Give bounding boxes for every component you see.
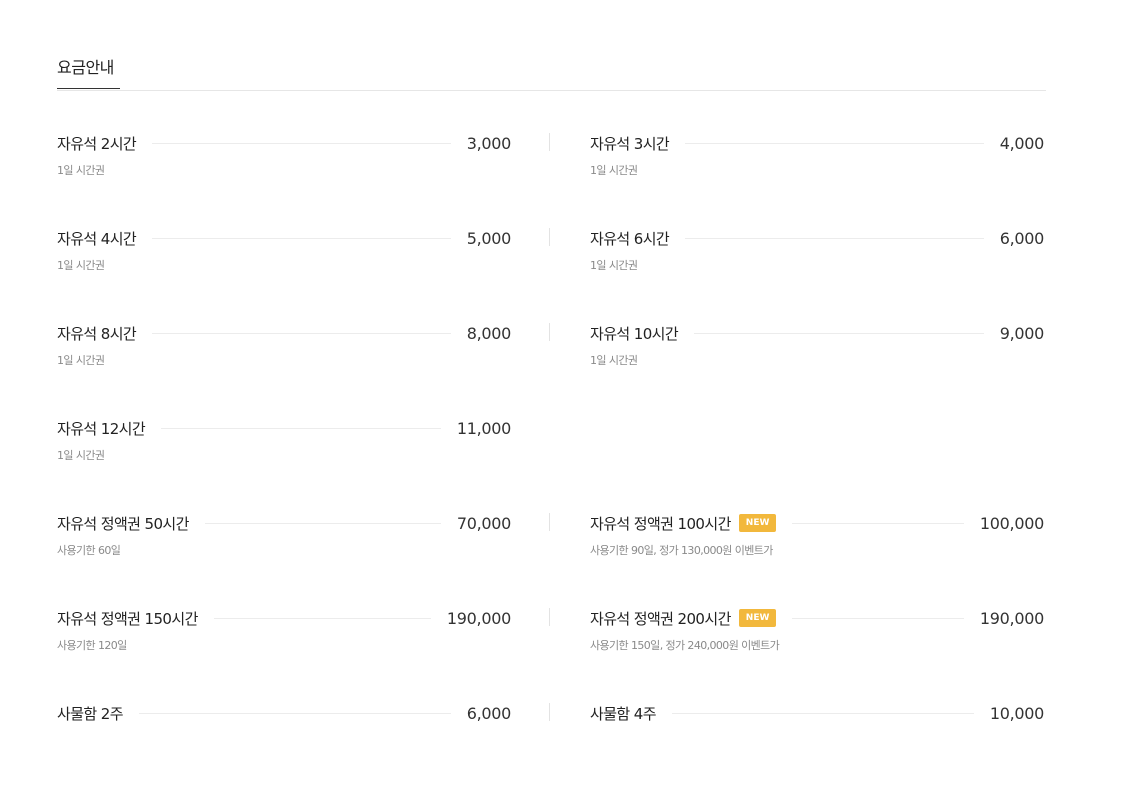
price-item-header: 자유석 정액권 50시간 70,000 bbox=[57, 510, 511, 536]
item-description: 1일 시간권 bbox=[57, 259, 105, 272]
price-item: 자유석 12시간 11,000 1일 시간권 bbox=[57, 415, 511, 475]
item-name: 자유석 3시간 bbox=[590, 134, 670, 153]
item-price: 9,000 bbox=[999, 323, 1045, 343]
price-item: 자유석 8시간 8,000 1일 시간권 bbox=[57, 320, 511, 380]
section-tab-bar: 요금안내 bbox=[57, 56, 1046, 91]
new-badge: NEW bbox=[738, 609, 777, 627]
price-row: 사물함 2주 6,000 사물함 4주 10,000 bbox=[57, 700, 1046, 787]
leader-line bbox=[685, 237, 984, 239]
price-item: 자유석 4시간 5,000 1일 시간권 bbox=[57, 225, 511, 285]
price-item-header: 자유석 정액권 100시간 NEW 100,000 bbox=[590, 510, 1044, 536]
price-row: 자유석 정액권 150시간 190,000 사용기한 120일 자유석 정액권 200… bbox=[57, 605, 1046, 700]
item-price: 10,000 bbox=[989, 703, 1044, 723]
section-title-tab[interactable]: 요금안내 bbox=[57, 56, 120, 89]
price-item: 자유석 3시간 4,000 1일 시간권 bbox=[590, 130, 1044, 190]
column-divider bbox=[549, 228, 550, 246]
leader-line bbox=[152, 142, 451, 144]
item-price: 5,000 bbox=[466, 228, 512, 248]
price-item-header: 사물함 4주 10,000 bbox=[590, 700, 1044, 726]
leader-line bbox=[685, 142, 984, 144]
item-description: 1일 시간권 bbox=[57, 449, 105, 462]
leader-line bbox=[694, 332, 984, 334]
item-description: 사용기한 90일, 정가 130,000원 이벤트가 bbox=[590, 544, 773, 557]
item-name: 사물함 4주 bbox=[590, 704, 657, 723]
item-description: 사용기한 60일 bbox=[57, 544, 121, 557]
item-price: 3,000 bbox=[466, 133, 512, 153]
price-item: 사물함 4주 10,000 bbox=[590, 700, 1044, 760]
item-name: 자유석 정액권 50시간 bbox=[57, 514, 189, 533]
price-item: 사물함 2주 6,000 bbox=[57, 700, 511, 760]
price-item: 자유석 정액권 150시간 190,000 사용기한 120일 bbox=[57, 605, 511, 665]
item-name: 자유석 8시간 bbox=[57, 324, 137, 343]
item-price: 100,000 bbox=[979, 513, 1044, 533]
item-description: 1일 시간권 bbox=[57, 164, 105, 177]
item-name: 자유석 10시간 bbox=[590, 324, 679, 343]
item-name: 사물함 2주 bbox=[57, 704, 124, 723]
column-divider bbox=[549, 323, 550, 341]
item-name: 자유석 정액권 200시간 bbox=[590, 609, 731, 628]
price-item: 자유석 정액권 100시간 NEW 100,000 사용기한 90일, 정가 130,… bbox=[590, 510, 1044, 570]
price-row: 자유석 정액권 50시간 70,000 사용기한 60일 자유석 정액권 100시간 N… bbox=[57, 510, 1046, 605]
price-item-header: 자유석 3시간 4,000 bbox=[590, 130, 1044, 156]
item-price: 11,000 bbox=[456, 418, 511, 438]
item-price: 8,000 bbox=[466, 323, 512, 343]
item-description: 1일 시간권 bbox=[590, 259, 638, 272]
leader-line bbox=[792, 617, 964, 619]
column-divider bbox=[549, 703, 550, 721]
leader-line bbox=[792, 522, 964, 524]
price-item: 자유석 10시간 9,000 1일 시간권 bbox=[590, 320, 1044, 380]
item-price: 190,000 bbox=[446, 608, 511, 628]
item-name: 자유석 4시간 bbox=[57, 229, 137, 248]
item-price: 6,000 bbox=[999, 228, 1045, 248]
item-description: 사용기한 120일 bbox=[57, 639, 127, 652]
item-name: 자유석 12시간 bbox=[57, 419, 146, 438]
price-item-header: 사물함 2주 6,000 bbox=[57, 700, 511, 726]
column-divider bbox=[549, 608, 550, 626]
leader-line bbox=[161, 427, 441, 429]
leader-line bbox=[152, 332, 451, 334]
price-item-header: 자유석 4시간 5,000 bbox=[57, 225, 511, 251]
item-name: 자유석 2시간 bbox=[57, 134, 137, 153]
new-badge: NEW bbox=[738, 514, 777, 532]
column-divider bbox=[549, 133, 550, 151]
price-row: 자유석 4시간 5,000 1일 시간권 자유석 6시간 6,000 1일 시간권 bbox=[57, 225, 1046, 320]
item-price: 70,000 bbox=[456, 513, 511, 533]
price-item-header: 자유석 정액권 200시간 NEW 190,000 bbox=[590, 605, 1044, 631]
item-name: 자유석 정액권 100시간 bbox=[590, 514, 731, 533]
column-divider bbox=[549, 513, 550, 531]
price-item-header: 자유석 10시간 9,000 bbox=[590, 320, 1044, 346]
price-item-header: 자유석 정액권 150시간 190,000 bbox=[57, 605, 511, 631]
price-list: 자유석 2시간 3,000 1일 시간권 자유석 3시간 4,000 1일 시간권 자유석 … bbox=[57, 130, 1046, 787]
item-description: 1일 시간권 bbox=[590, 164, 638, 177]
price-row: 자유석 2시간 3,000 1일 시간권 자유석 3시간 4,000 1일 시간권 bbox=[57, 130, 1046, 225]
item-price: 4,000 bbox=[999, 133, 1045, 153]
item-description: 1일 시간권 bbox=[590, 354, 638, 367]
leader-line bbox=[213, 617, 431, 619]
item-description: 사용기한 150일, 정가 240,000원 이벤트가 bbox=[590, 639, 780, 652]
price-item-header: 자유석 6시간 6,000 bbox=[590, 225, 1044, 251]
leader-line bbox=[671, 712, 974, 714]
item-name: 자유석 6시간 bbox=[590, 229, 670, 248]
price-row: 자유석 12시간 11,000 1일 시간권 bbox=[57, 415, 1046, 510]
item-price: 6,000 bbox=[466, 703, 512, 723]
item-description: 1일 시간권 bbox=[57, 354, 105, 367]
leader-line bbox=[204, 522, 441, 524]
price-item: 자유석 정액권 50시간 70,000 사용기한 60일 bbox=[57, 510, 511, 570]
price-item-header: 자유석 8시간 8,000 bbox=[57, 320, 511, 346]
item-name: 자유석 정액권 150시간 bbox=[57, 609, 198, 628]
price-row: 자유석 8시간 8,000 1일 시간권 자유석 10시간 9,000 1일 시간권 bbox=[57, 320, 1046, 415]
price-item: 자유석 6시간 6,000 1일 시간권 bbox=[590, 225, 1044, 285]
leader-line bbox=[152, 237, 451, 239]
price-page: 요금안내 자유석 2시간 3,000 1일 시간권 자유석 3시간 4,000 1일 시간… bbox=[0, 0, 1136, 787]
price-item: 자유석 정액권 200시간 NEW 190,000 사용기한 150일, 정가 240… bbox=[590, 605, 1044, 665]
leader-line bbox=[138, 712, 451, 714]
price-item-header: 자유석 12시간 11,000 bbox=[57, 415, 511, 441]
price-item: 자유석 2시간 3,000 1일 시간권 bbox=[57, 130, 511, 190]
item-price: 190,000 bbox=[979, 608, 1044, 628]
price-item-header: 자유석 2시간 3,000 bbox=[57, 130, 511, 156]
